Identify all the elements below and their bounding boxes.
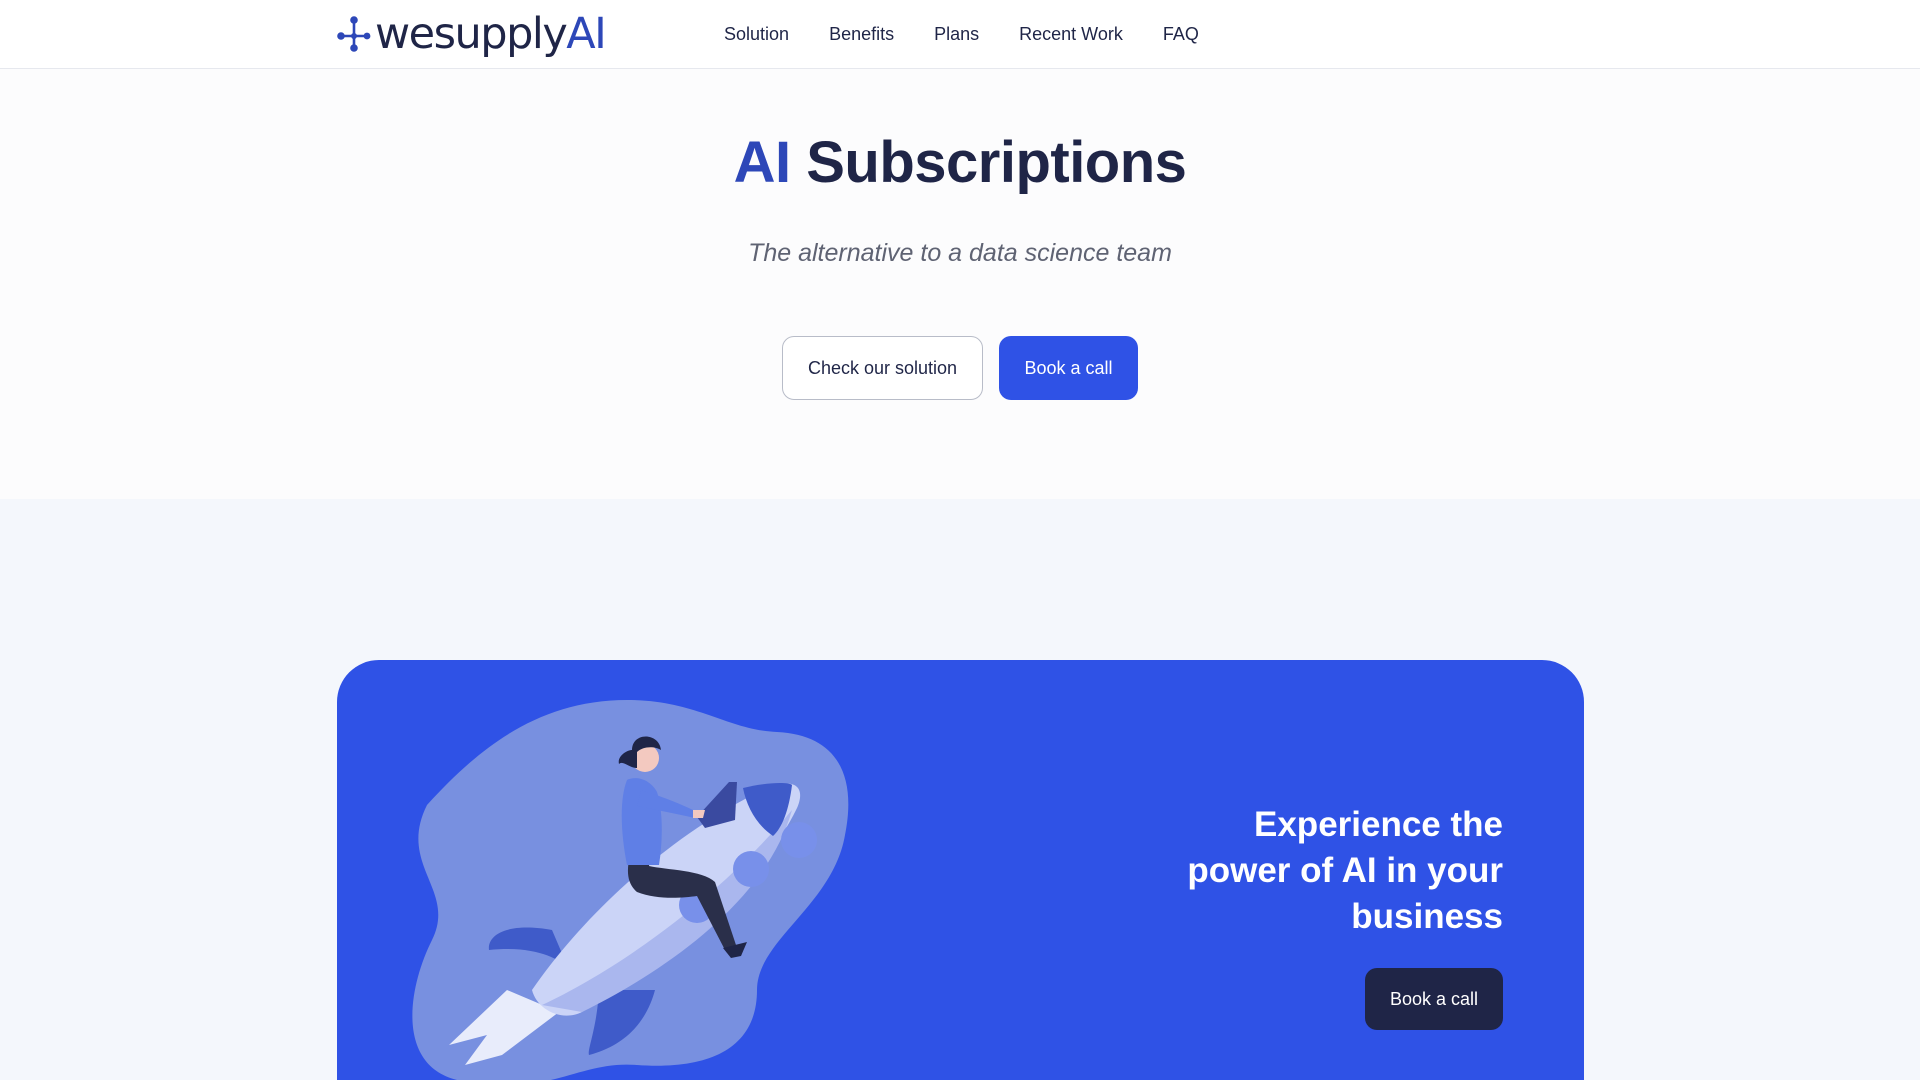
rocket-window: [781, 822, 817, 858]
hero-section: AI Subscriptions The alternative to a da…: [0, 69, 1920, 499]
check-solution-button[interactable]: Check our solution: [782, 336, 983, 400]
nav-link-solution[interactable]: Solution: [724, 24, 789, 45]
cta-book-call-button[interactable]: Book a call: [1365, 968, 1503, 1030]
book-call-button[interactable]: Book a call: [999, 336, 1138, 400]
person-hand: [693, 810, 705, 818]
main-nav: Solution Benefits Plans Recent Work FAQ: [724, 0, 1199, 69]
nav-link-benefits[interactable]: Benefits: [829, 24, 894, 45]
rocket-window: [733, 851, 769, 887]
hero-title-rest: Subscriptions: [806, 130, 1187, 195]
nav-link-plans[interactable]: Plans: [934, 24, 979, 45]
nav-link-faq[interactable]: FAQ: [1163, 24, 1199, 45]
cta-card: Experience the power of AI in your busin…: [337, 660, 1584, 1080]
site-header: wesupplyAI Solution Benefits Plans Recen…: [0, 0, 1920, 69]
rocket-illustration: [412, 700, 849, 1080]
hero-subtitle: The alternative to a data science team: [748, 239, 1172, 267]
hero-title-accent: AI: [733, 130, 792, 195]
cta-heading: Experience the power of AI in your busin…: [1187, 805, 1503, 936]
logo-prefix: wesupply: [375, 8, 568, 59]
network-nodes-icon: [337, 16, 371, 52]
logo-suffix: AI: [566, 8, 607, 59]
hero-title: AI Subscriptions: [0, 129, 1920, 196]
logo-wordmark: wesupplyAI: [375, 12, 607, 56]
nav-link-recent-work[interactable]: Recent Work: [1019, 24, 1123, 45]
logo[interactable]: wesupplyAI: [336, 10, 607, 58]
